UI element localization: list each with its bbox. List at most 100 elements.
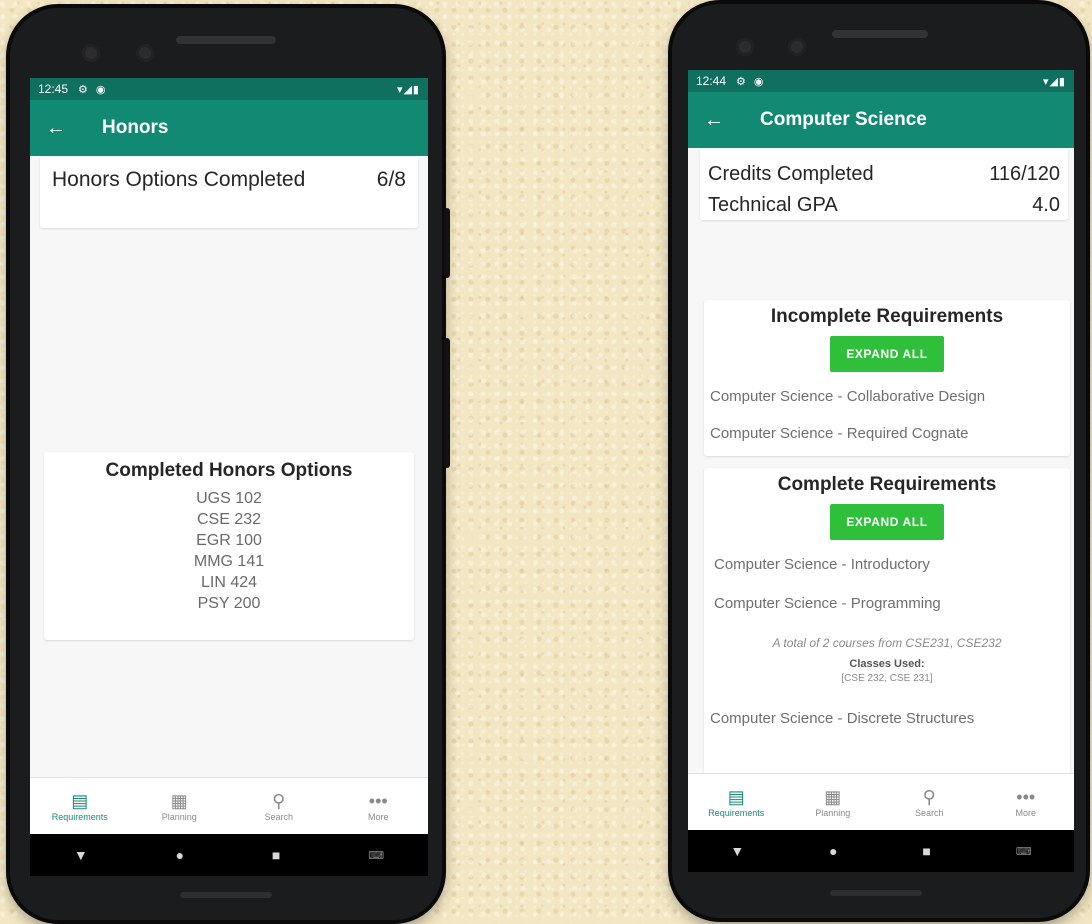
calendar-icon: ▦ (824, 787, 842, 807)
nav-label: Planning (161, 812, 197, 822)
status-time: 12:45 (38, 82, 69, 96)
left-phone: 12:45 ⚙ ◉ ▾◢▮ ← Honors Honors Options Co… (10, 8, 450, 920)
requirement-item[interactable]: Computer Science - Collaborative Design (710, 388, 1070, 405)
signal-battery-icon: ▾◢▮ (1042, 75, 1066, 88)
right-phone: 12:44 ⚙ ◉ ▾◢▮ ← Computer Science Credits… (672, 4, 1086, 918)
nav-label: Search (264, 812, 294, 822)
page-title: Honors (102, 117, 169, 138)
complete-title: Complete Requirements (777, 474, 997, 495)
nav-label: More (367, 812, 389, 822)
list-item: UGS 102 (196, 490, 262, 507)
honors-summary-card: Honors Options Completed 6/8 (40, 156, 418, 228)
more-icon: ••• (1016, 787, 1036, 807)
requirements-icon: ▤ (71, 791, 89, 811)
search-icon: ⚲ (272, 791, 286, 811)
nav-planning[interactable]: ▦ Planning (785, 774, 882, 830)
top-bezel (10, 8, 442, 82)
complete-button-wrap: EXPAND ALL (704, 504, 1070, 540)
system-home-icon[interactable]: ● (829, 843, 837, 859)
nav-label: More (1015, 808, 1036, 818)
completed-honors-title: Completed Honors Options (105, 460, 353, 481)
credits-value: 116/120 (989, 163, 1060, 185)
nav-requirements[interactable]: ▤ Requirements (688, 774, 785, 830)
classes-used-label: Classes Used: (849, 658, 925, 670)
bottom-speaker (180, 892, 272, 898)
credits-row: Credits Completed 116/120 (708, 158, 1060, 190)
summary-label: Honors Options Completed (52, 168, 306, 191)
calendar-icon: ▦ (170, 791, 188, 811)
nav-requirements[interactable]: ▤ Requirements (30, 778, 130, 834)
system-navigation-bar: ▼ ● ■ ⌨ (30, 834, 428, 876)
requirement-item[interactable]: Computer Science - Required Cognate (710, 425, 1070, 442)
stats-card: Credits Completed 116/120 Technical GPA … (700, 148, 1068, 220)
credits-label: Credits Completed (708, 163, 874, 185)
honors-summary-row: Honors Options Completed 6/8 (52, 168, 406, 192)
page-title: Computer Science (760, 109, 927, 130)
status-bar: 12:45 ⚙ ◉ ▾◢▮ (30, 78, 428, 100)
requirement-item[interactable]: Computer Science - Programming (714, 595, 1070, 612)
app-bar: ← Honors (30, 100, 428, 156)
earpiece-speaker (832, 30, 928, 38)
requirements-icon: ▤ (727, 787, 745, 807)
back-arrow-icon[interactable]: ← (46, 117, 102, 140)
requirement-item[interactable]: Computer Science - Introductory (714, 556, 1070, 573)
system-home-icon[interactable]: ● (176, 847, 184, 863)
gpa-value: 4.0 (1032, 194, 1060, 216)
gpa-row: Technical GPA 4.0 (708, 190, 1060, 220)
detail-note: A total of 2 courses from CSE231, CSE232 (772, 636, 1002, 650)
system-recents-icon[interactable]: ■ (272, 847, 280, 863)
list-item: LIN 424 (200, 574, 258, 591)
settings-status-icon: ⚙ (78, 83, 88, 96)
front-camera (82, 44, 100, 62)
system-recents-icon[interactable]: ■ (922, 843, 930, 859)
nav-more[interactable]: ••• More (978, 774, 1075, 830)
completed-honors-card: Completed Honors Options UGS 102 CSE 232… (44, 452, 414, 640)
nav-label: Planning (815, 808, 851, 818)
signal-battery-icon: ▾◢▮ (396, 83, 420, 96)
right-screen: 12:44 ⚙ ◉ ▾◢▮ ← Computer Science Credits… (688, 70, 1074, 872)
expand-all-incomplete-button[interactable]: EXPAND ALL (830, 336, 944, 372)
expand-all-complete-button[interactable]: EXPAND ALL (830, 504, 944, 540)
app-bar: ← Computer Science (688, 92, 1074, 148)
requirement-detail: A total of 2 courses from CSE231, CSE232… (704, 636, 1070, 684)
system-navigation-bar: ▼ ● ■ ⌨ (688, 830, 1074, 872)
nav-label: Search (914, 808, 944, 818)
requirement-item[interactable]: Computer Science - Discrete Structures (710, 710, 1070, 727)
back-arrow-icon[interactable]: ← (704, 109, 760, 132)
summary-value: 6/8 (376, 168, 406, 191)
keyboard-icon[interactable]: ⌨ (368, 849, 384, 862)
bottom-navigation: ▤ Requirements ▦ Planning ⚲ Search ••• M… (688, 773, 1074, 830)
list-item: MMG 141 (193, 553, 265, 570)
front-camera (736, 38, 754, 56)
list-item: CSE 232 (196, 511, 262, 528)
incomplete-requirements-card: Incomplete Requirements EXPAND ALL Compu… (704, 300, 1070, 456)
front-sensor (788, 38, 806, 56)
classes-used-value: [CSE 232, CSE 231] (841, 673, 933, 684)
more-icon: ••• (368, 791, 388, 811)
main-content: Honors Options Completed 6/8 Completed H… (30, 156, 428, 778)
nav-search[interactable]: ⚲ Search (881, 774, 978, 830)
front-sensor (136, 44, 154, 62)
nav-more[interactable]: ••• More (329, 778, 429, 834)
system-back-icon[interactable]: ▼ (74, 847, 88, 863)
status-time: 12:44 (696, 74, 727, 88)
incomplete-button-wrap: EXPAND ALL (704, 336, 1070, 372)
nav-label: Requirements (51, 812, 108, 822)
list-item: EGR 100 (196, 532, 262, 549)
status-bar: 12:44 ⚙ ◉ ▾◢▮ (688, 70, 1074, 92)
volume-button (444, 208, 450, 278)
power-button (444, 338, 450, 468)
sync-status-icon: ◉ (753, 75, 764, 88)
bottom-speaker (830, 890, 922, 896)
nav-planning[interactable]: ▦ Planning (130, 778, 230, 834)
earpiece-speaker (176, 36, 276, 44)
honors-list: UGS 102 CSE 232 EGR 100 MMG 141 LIN 424 … (44, 488, 414, 614)
keyboard-icon[interactable]: ⌨ (1016, 845, 1032, 858)
main-content: Credits Completed 116/120 Technical GPA … (688, 148, 1074, 778)
list-item: PSY 200 (197, 595, 261, 612)
incomplete-title: Incomplete Requirements (770, 306, 1004, 327)
system-back-icon[interactable]: ▼ (730, 843, 744, 859)
left-screen: 12:45 ⚙ ◉ ▾◢▮ ← Honors Honors Options Co… (30, 78, 428, 876)
nav-search[interactable]: ⚲ Search (229, 778, 329, 834)
top-bezel (672, 4, 1086, 78)
